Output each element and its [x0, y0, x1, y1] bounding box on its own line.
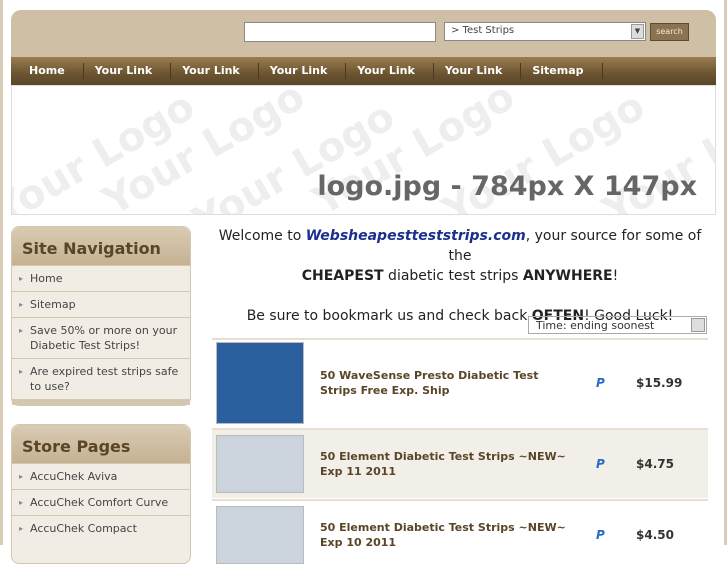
sidebar-item[interactable]: AccuChek Comfort Curve — [12, 489, 190, 515]
store-pages-title: Store Pages — [12, 425, 190, 463]
nav-link[interactable]: Your Link — [346, 63, 434, 79]
listing-title[interactable]: 50 Element Diabetic Test Strips ~NEW~ Ex… — [320, 520, 570, 550]
welcome-text: Welcome to Websheapestteststrips.com, yo… — [218, 228, 702, 284]
site-name: Websheapestteststrips.com — [305, 228, 526, 244]
listing-row[interactable]: 50 Element Diabetic Test Strips ~NEW~ Ex… — [212, 428, 708, 498]
listing-title[interactable]: 50 WaveSense Presto Diabetic Test Strips… — [320, 368, 570, 398]
top-nav: Home Your Link Your Link Your Link Your … — [11, 57, 716, 85]
sidebar-item[interactable]: Are expired test strips safe to use? — [12, 358, 190, 405]
sidebar-item[interactable]: Sitemap — [12, 291, 190, 317]
site-navigation: Site Navigation Home Sitemap Save 50% or… — [11, 226, 191, 406]
listing-price: $4.75 — [636, 457, 674, 471]
header: > Test Strips ▼ search — [11, 10, 716, 57]
product-image[interactable] — [216, 342, 304, 424]
nav-home[interactable]: Home — [18, 63, 84, 79]
sort-select[interactable]: Time: ending soonest — [528, 316, 707, 334]
chevron-down-icon — [691, 318, 705, 332]
search-input[interactable] — [244, 22, 436, 42]
search-button[interactable]: search — [650, 23, 689, 41]
category-value: > Test Strips — [451, 25, 515, 36]
listing-price: $15.99 — [636, 376, 683, 390]
listing-price: $4.50 — [636, 528, 674, 542]
chevron-down-icon: ▼ — [631, 24, 644, 39]
product-image[interactable] — [216, 506, 304, 564]
paypal-icon: P — [596, 376, 605, 390]
sidebar-item[interactable]: AccuChek Compact — [12, 515, 190, 541]
store-pages: Store Pages AccuChek Aviva AccuChek Comf… — [11, 424, 191, 564]
product-image[interactable] — [216, 435, 304, 493]
main-content: Welcome to Websheapestteststrips.com, yo… — [212, 226, 708, 564]
nav-link[interactable]: Your Link — [171, 63, 259, 79]
sort-value: Time: ending soonest — [536, 319, 655, 332]
nav-link[interactable]: Your Link — [259, 63, 347, 79]
listing-row[interactable]: 50 Element Diabetic Test Strips ~NEW~ Ex… — [212, 499, 708, 569]
sidebar-item[interactable]: Save 50% or more on your Diabetic Test S… — [12, 317, 190, 358]
sidebar-item[interactable]: Home — [12, 265, 190, 291]
paypal-icon: P — [596, 457, 605, 471]
logo-text: logo.jpg - 784px X 147px — [317, 171, 697, 202]
nav-link[interactable]: Your Link — [84, 63, 172, 79]
nav-sitemap[interactable]: Sitemap — [521, 63, 603, 79]
category-select[interactable]: > Test Strips ▼ — [444, 22, 646, 41]
nav-link[interactable]: Your Link — [434, 63, 522, 79]
site-navigation-title: Site Navigation — [12, 227, 190, 265]
paypal-icon: P — [596, 528, 605, 542]
sidebar-item[interactable]: AccuChek Aviva — [12, 463, 190, 489]
logo-banner: Your Logo Your Logo Your Logo Your Logo … — [11, 85, 716, 215]
listing-title[interactable]: 50 Element Diabetic Test Strips ~NEW~ Ex… — [320, 449, 570, 479]
listing-row[interactable]: 50 WaveSense Presto Diabetic Test Strips… — [212, 338, 708, 426]
